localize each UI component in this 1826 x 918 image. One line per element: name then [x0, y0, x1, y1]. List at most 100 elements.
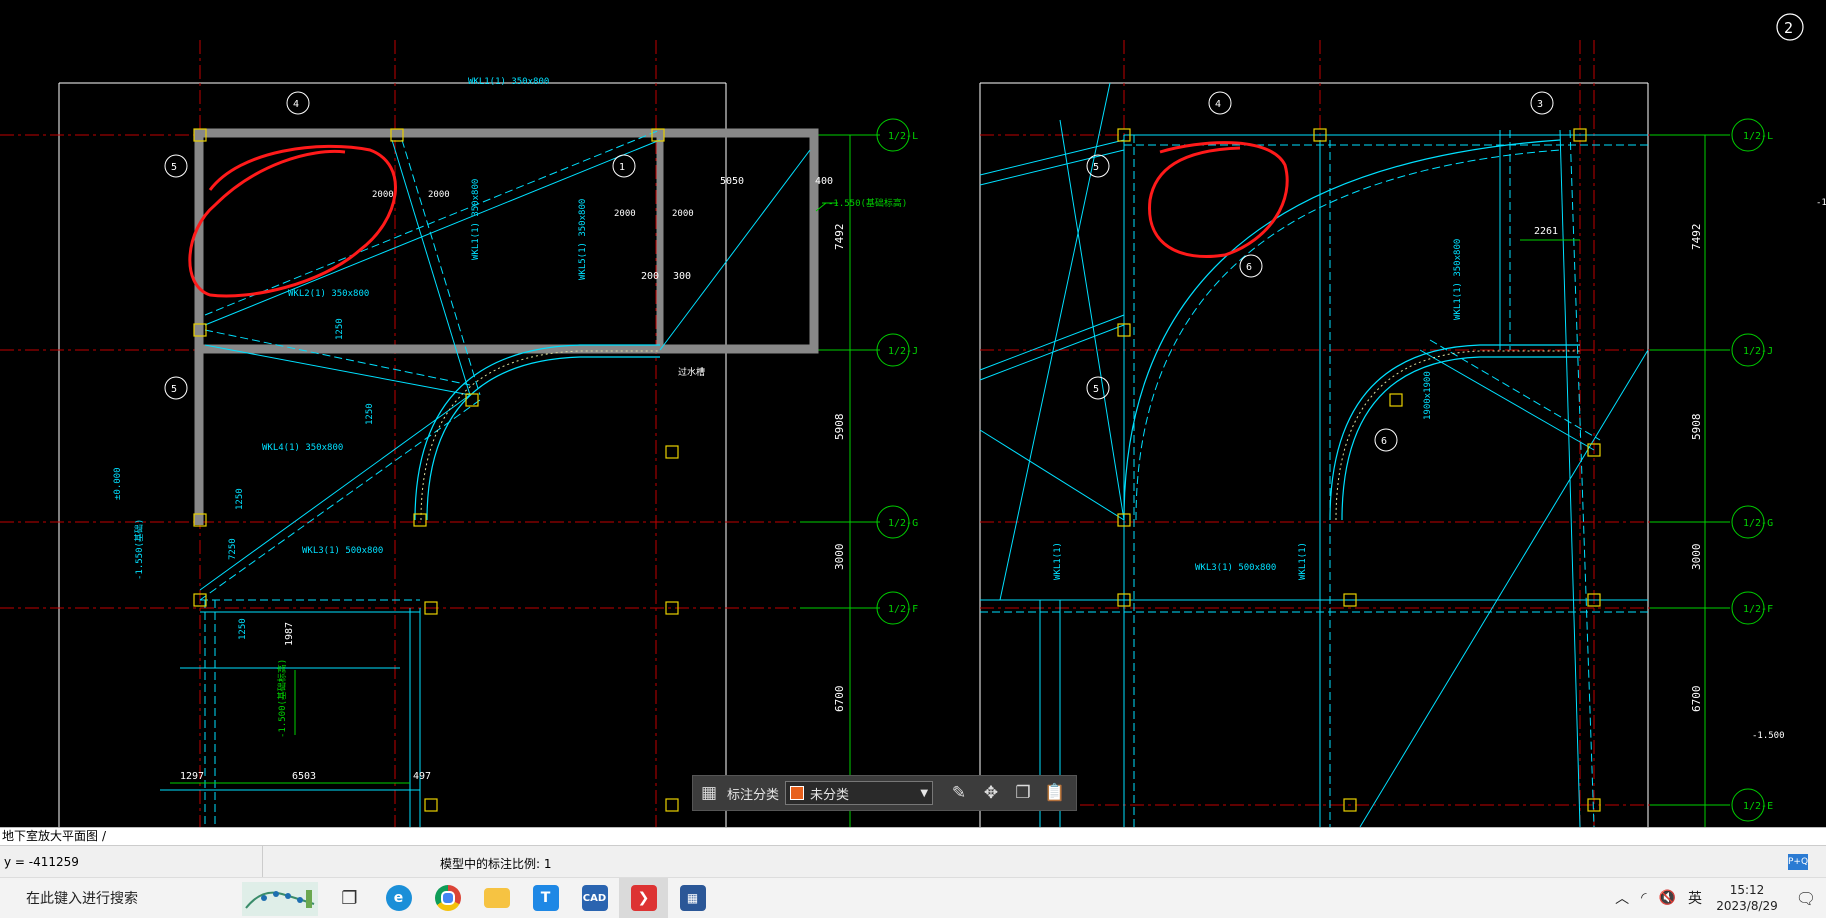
left-note: 过水槽: [678, 366, 705, 378]
column-marker: [465, 393, 479, 407]
move-icon[interactable]: ✥: [978, 780, 1004, 806]
left-dim-horizontal: 2000: [372, 190, 394, 200]
right-axis-bubble-label: 3: [1537, 99, 1543, 110]
right-note: WKL1(1): [1053, 542, 1063, 580]
right-dim-vertical: 5908: [1690, 414, 1703, 441]
file-explorer-button[interactable]: [472, 878, 521, 918]
left-axis-bubble-label: 5: [171, 162, 177, 173]
right-beam-line: [1359, 349, 1649, 827]
left-note: 1250: [235, 488, 245, 510]
folder-icon: [483, 888, 510, 908]
task-view-button[interactable]: ❐: [325, 878, 374, 918]
right-arc-hatch: [1335, 350, 1580, 521]
taskbar-apps: ❐ e T CAD ❯ ▦: [325, 878, 717, 918]
paste-icon[interactable]: 📋: [1042, 780, 1068, 806]
left-axis-bubble-label: 4: [293, 99, 299, 110]
task-view-icon: ❐: [341, 887, 358, 909]
right-grid-bubble-label: 1/2-G: [1743, 518, 1773, 529]
right-beam-line: [1559, 129, 1581, 827]
left-note: -1.500(基础标高): [276, 659, 288, 738]
left-arc-hatch: [420, 350, 660, 521]
right-axis-bubble-label: 5: [1093, 384, 1099, 395]
right-markup-circle: [1148, 141, 1289, 258]
status-bar: y = -411259 模型中的标注比例: 1 P+Q: [0, 845, 1826, 878]
right-grid-bubble-label: 1/2-L: [1743, 131, 1773, 142]
edge-button[interactable]: e: [374, 878, 423, 918]
left-note: WKL3(1) 500x800: [302, 546, 383, 556]
right-dim-vertical: 7492: [1690, 224, 1703, 251]
cad-drawing-canvas[interactable]: 2 1/2-L 1/2-J 1/2-G 1/2-F 7492 5908 3000 6700 4 5 5…: [0, 0, 1826, 827]
annotation-category-label: 标注分类: [727, 787, 780, 803]
left-arc-wall-outer: [426, 356, 660, 521]
left-note: WKL5(1) 350x800: [578, 199, 588, 280]
left-beam-line: [401, 139, 481, 396]
tarch-icon: ❯: [630, 885, 657, 911]
left-dim-vertical: 5908: [833, 414, 846, 441]
right-beam-line: [1059, 119, 1125, 521]
search-highlight-image: [242, 882, 318, 916]
right-note: -1.500: [1752, 731, 1785, 741]
right-dim-horizontal: 2261: [1534, 226, 1558, 237]
left-dim-vertical: 6700: [833, 686, 846, 713]
notification-icon[interactable]: 🗨: [1786, 889, 1826, 908]
copy-icon[interactable]: ❐: [1010, 780, 1036, 806]
column-marker: [1389, 393, 1403, 407]
annotation-category-select[interactable]: 未分类 ▼: [785, 781, 934, 805]
chrome-icon: [434, 885, 461, 911]
right-arc-inner: [1329, 344, 1580, 521]
status-badge[interactable]: P+Q: [1788, 854, 1808, 870]
chrome-button[interactable]: [423, 878, 472, 918]
left-arc-wall-inner: [414, 344, 660, 521]
speaker-muted-icon[interactable]: 🔇: [1659, 890, 1676, 906]
left-dim-horizontal: 2000: [614, 209, 636, 219]
right-beam-line: [979, 314, 1125, 371]
status-divider: [262, 846, 263, 878]
tencent-docs-button[interactable]: T: [521, 878, 570, 918]
left-markup-circle: [188, 144, 397, 298]
column-marker: [665, 445, 679, 459]
right-axis-bubble-label: 6: [1246, 262, 1252, 273]
right-axis-bubble-label: 4: [1215, 99, 1221, 110]
left-dim-vertical: 3000: [833, 544, 846, 571]
category-selected-value: 未分类: [810, 787, 850, 803]
left-note: 1250: [365, 403, 375, 425]
calculator-icon: ▦: [679, 885, 706, 911]
right-beam-line: [979, 149, 1125, 186]
calculator-button[interactable]: ▦: [668, 878, 717, 918]
right-beam-line: [979, 324, 1125, 381]
left-beam-line: [204, 139, 661, 326]
column-marker: [665, 798, 679, 812]
cad-app-button[interactable]: CAD: [570, 878, 619, 918]
chevron-up-icon[interactable]: ︿: [1615, 888, 1629, 908]
left-axis-bubble-label: 5: [171, 384, 177, 395]
left-grid-bubble-label: 1/2-G: [888, 518, 918, 529]
input-language[interactable]: 英: [1688, 888, 1702, 908]
right-note: WKL1(1): [1298, 542, 1308, 580]
taskbar-search[interactable]: 在此键入进行搜索: [0, 878, 318, 918]
clock-date: 2023/8/29: [1716, 899, 1778, 913]
right-note: WKL1(1) 350x800: [1453, 239, 1463, 320]
right-arc-outer-dash: [1135, 149, 1561, 521]
chevron-down-icon: ▼: [920, 787, 929, 799]
wifi-icon[interactable]: ◜: [1641, 890, 1646, 906]
right-grid-bubble-label: 1/2-J: [1743, 346, 1773, 357]
right-beam-line: [979, 139, 1125, 176]
left-dim-horizontal: 400: [815, 176, 833, 187]
tarch-app-button[interactable]: ❯: [619, 878, 668, 918]
left-dim-horizontal: 2000: [672, 209, 694, 219]
right-axis-bubble-label: 5: [1093, 162, 1099, 173]
column-marker: [413, 513, 427, 527]
category-color-swatch: [790, 786, 805, 800]
clock[interactable]: 15:12 2023/8/29: [1708, 882, 1786, 914]
column-marker: [424, 798, 438, 812]
grid-icon[interactable]: ▦: [696, 780, 722, 806]
annotation-scale-text: 模型中的标注比例: 1: [440, 857, 552, 871]
left-note: WKL1(1) 350x800: [468, 77, 549, 87]
left-dim-horizontal: 1987: [284, 622, 295, 646]
edit-icon[interactable]: ✎: [946, 780, 972, 806]
right-dim-vertical: 6700: [1690, 686, 1703, 713]
right-grid-bubble-label: 1/2-E: [1743, 801, 1773, 812]
right-beam-line: [1569, 129, 1595, 827]
layout-tab[interactable]: 地下室放大平面图: [0, 829, 100, 843]
layout-tab-bar: 地下室放大平面图 /: [0, 827, 1826, 846]
